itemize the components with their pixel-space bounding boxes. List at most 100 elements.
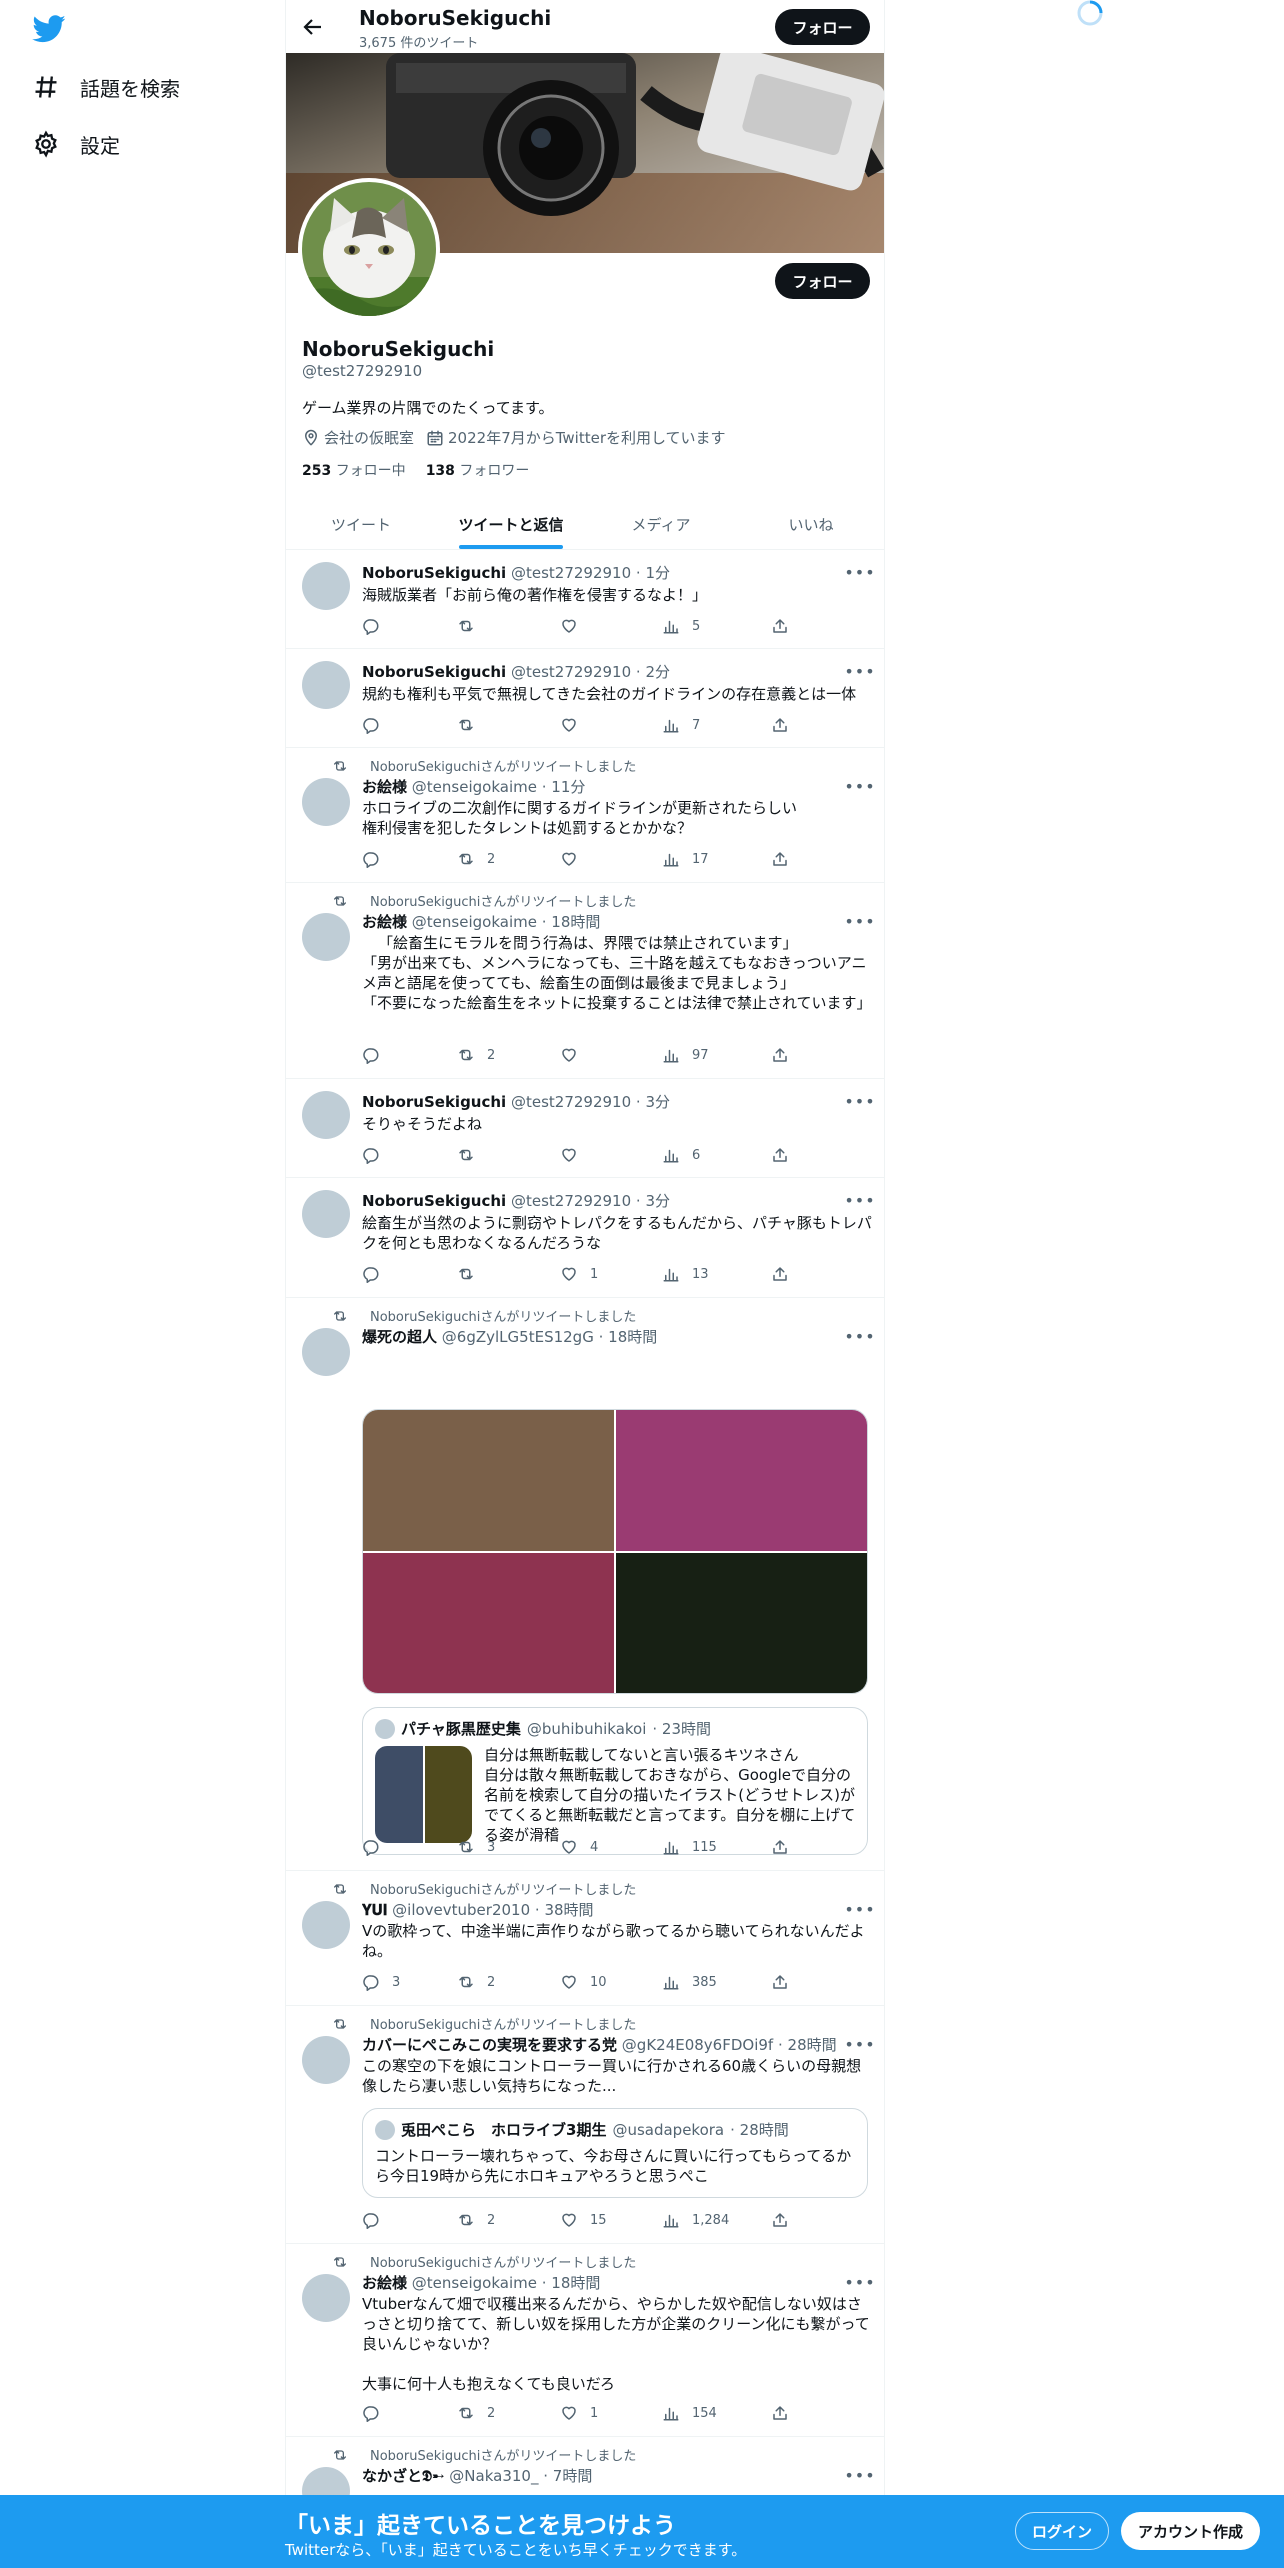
tab-media[interactable]: メディア (586, 500, 736, 549)
avatar[interactable] (302, 1091, 350, 1139)
twitter-logo-icon[interactable] (32, 12, 66, 46)
nav-explore[interactable]: 話題を検索 (32, 65, 180, 109)
retweet-button[interactable]: 2 (457, 1046, 495, 1064)
like-button[interactable] (560, 1146, 590, 1164)
back-button[interactable] (298, 12, 328, 42)
tweet-time[interactable]: · 11分 (542, 778, 586, 796)
tweet-author[interactable]: NoboruSekiguchi (362, 1192, 506, 1210)
avatar[interactable] (302, 1190, 350, 1238)
like-button[interactable] (560, 716, 590, 734)
tweet-author[interactable]: NoboruSekiguchi (362, 663, 506, 681)
retweet-button[interactable] (457, 716, 487, 734)
retweet-button[interactable]: 2 (457, 850, 495, 868)
tweet-time[interactable]: · 18時間 (542, 913, 601, 931)
tweet-time[interactable]: · 18時間 (542, 2274, 601, 2292)
like-button[interactable]: 10 (560, 1973, 607, 1991)
tweet[interactable]: NoboruSekiguchiさんがリツイートしました お絵様 @tenseig… (286, 748, 884, 883)
tweet-time[interactable]: · 7時間 (543, 2467, 592, 2485)
share-button[interactable] (771, 617, 789, 635)
views-button[interactable]: 17 (662, 850, 709, 868)
tweet-author[interactable]: なかざと𝕯➸ (362, 2467, 445, 2485)
views-button[interactable]: 6 (662, 1146, 700, 1164)
tweet[interactable]: NoboruSekiguchiさんがリツイートしました カバーにぺこみこの実現を… (286, 2006, 884, 2244)
views-button[interactable]: 7 (662, 716, 700, 734)
following-link[interactable]: 253 フォロー中 (302, 460, 406, 480)
tweet[interactable]: NoboruSekiguchi @test27292910 · 2分 ••• 規… (286, 649, 884, 748)
reply-button[interactable] (362, 2211, 392, 2229)
retweet-button[interactable]: 3 (457, 1838, 495, 1856)
retweet-label[interactable]: NoboruSekiguchiさんがリツイートしました (370, 2445, 636, 2464)
retweet-label[interactable]: NoboruSekiguchiさんがリツイートしました (370, 1306, 636, 1325)
more-options-icon[interactable]: ••• (844, 661, 874, 681)
tweet[interactable]: NoboruSekiguchiさんがリツイートしました お絵様 @tenseig… (286, 883, 884, 1079)
tweet-time[interactable]: · 3分 (636, 1192, 670, 1210)
login-button[interactable]: ログイン (1015, 2512, 1109, 2550)
like-button[interactable]: 1 (560, 2404, 598, 2422)
media-image[interactable] (616, 1410, 867, 1551)
share-button[interactable] (771, 2211, 789, 2229)
retweet-label[interactable]: NoboruSekiguchiさんがリツイートしました (370, 756, 636, 775)
reply-button[interactable] (362, 2404, 392, 2422)
like-button[interactable]: 15 (560, 2211, 607, 2229)
views-button[interactable]: 5 (662, 617, 700, 635)
retweet-button[interactable] (457, 1265, 487, 1283)
tweet-author[interactable]: お絵様 (362, 913, 407, 931)
tweet-time[interactable]: · 2分 (636, 663, 670, 681)
views-button[interactable]: 97 (662, 1046, 709, 1064)
share-button[interactable] (771, 1146, 789, 1164)
tweet[interactable]: NoboruSekiguchi @test27292910 · 1分 ••• 海… (286, 550, 884, 649)
avatar[interactable] (302, 2036, 350, 2084)
like-button[interactable] (560, 617, 590, 635)
retweet-label[interactable]: NoboruSekiguchiさんがリツイートしました (370, 2014, 636, 2033)
retweet-button[interactable] (457, 617, 487, 635)
more-options-icon[interactable]: ••• (844, 2034, 874, 2054)
reply-button[interactable] (362, 716, 392, 734)
reply-button[interactable] (362, 1838, 392, 1856)
retweet-button[interactable]: 2 (457, 2211, 495, 2229)
like-button[interactable] (560, 850, 590, 868)
more-options-icon[interactable]: ••• (844, 2465, 874, 2485)
reply-button[interactable] (362, 617, 392, 635)
views-button[interactable]: 115 (662, 1838, 717, 1856)
reply-button[interactable] (362, 1265, 392, 1283)
reply-button[interactable] (362, 1046, 392, 1064)
profile-follow-button[interactable]: フォロー (775, 263, 870, 299)
tab-tweets-and-replies[interactable]: ツイートと返信 (436, 500, 586, 549)
retweet-label[interactable]: NoboruSekiguchiさんがリツイートしました (370, 891, 636, 910)
tweet-author[interactable]: カバーにぺこみこの実現を要求する党 (362, 2036, 617, 2054)
tweet-time[interactable]: · 28時間 (778, 2036, 837, 2054)
followers-link[interactable]: 138 フォロワー (426, 460, 530, 480)
more-options-icon[interactable]: ••• (844, 1091, 874, 1111)
views-button[interactable]: 385 (662, 1973, 717, 1991)
share-button[interactable] (771, 1973, 789, 1991)
share-button[interactable] (771, 1265, 789, 1283)
tweet-author[interactable]: NoboruSekiguchi (362, 564, 506, 582)
tab-tweets[interactable]: ツイート (286, 500, 436, 549)
nav-settings[interactable]: 設定 (32, 122, 120, 166)
more-options-icon[interactable]: ••• (844, 1190, 874, 1210)
reply-button[interactable] (362, 850, 392, 868)
more-options-icon[interactable]: ••• (844, 2272, 874, 2292)
retweet-label[interactable]: NoboruSekiguchiさんがリツイートしました (370, 1879, 636, 1898)
avatar[interactable] (302, 1901, 350, 1949)
retweet-label[interactable]: NoboruSekiguchiさんがリツイートしました (370, 2252, 636, 2271)
tweet[interactable]: NoboruSekiguchi @test27292910 · 3分 ••• 絵… (286, 1178, 884, 1298)
media-image[interactable] (363, 1552, 614, 1693)
avatar[interactable] (302, 1328, 350, 1376)
tweet-author[interactable]: お絵様 (362, 2274, 407, 2292)
reply-button[interactable] (362, 1146, 392, 1164)
share-button[interactable] (771, 1838, 789, 1856)
views-button[interactable]: 154 (662, 2404, 717, 2422)
tweet[interactable]: NoboruSekiguchiさんがリツイートしました お絵様 @tenseig… (286, 2244, 884, 2437)
media-image[interactable] (363, 1410, 614, 1551)
share-button[interactable] (771, 850, 789, 868)
tweet[interactable]: NoboruSekiguchi @test27292910 · 3分 ••• そ… (286, 1079, 884, 1178)
more-options-icon[interactable]: ••• (844, 911, 874, 931)
tweet-time[interactable]: · 38時間 (535, 1901, 594, 1919)
share-button[interactable] (771, 716, 789, 734)
like-button[interactable]: 4 (560, 1838, 598, 1856)
more-options-icon[interactable]: ••• (844, 1899, 874, 1919)
retweet-button[interactable]: 2 (457, 1973, 495, 1991)
tweet-author[interactable]: 𝐘𝐔𝐈 (362, 1901, 387, 1919)
tweet-time[interactable]: · 3分 (636, 1093, 670, 1111)
